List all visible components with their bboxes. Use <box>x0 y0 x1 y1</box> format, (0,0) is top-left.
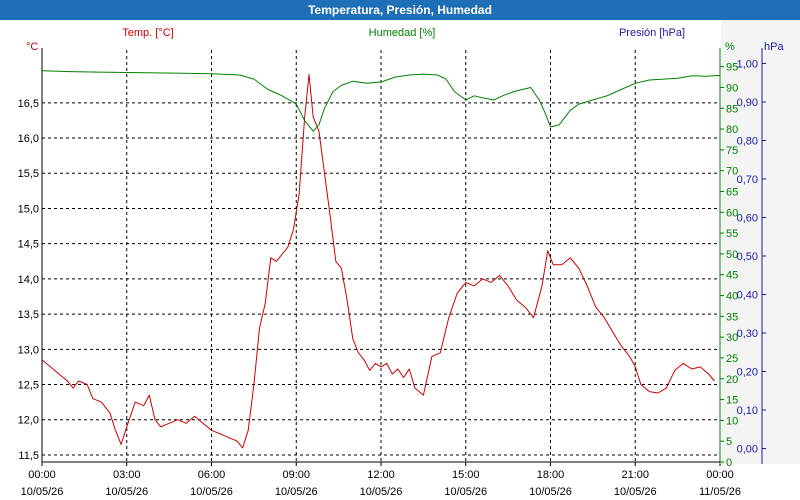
chart-grid <box>42 50 720 462</box>
pressure-tick-label: 0,20 <box>737 367 758 379</box>
chart-series <box>41 70 721 449</box>
x-tick-label-time: 15:00 <box>452 469 480 481</box>
humidity-tick-label: 5 <box>726 436 732 448</box>
pressure-tick-label: 0,10 <box>737 405 758 417</box>
pressure-tick-label: 0,30 <box>737 328 758 340</box>
pressure-tick-label: 0,80 <box>737 135 758 147</box>
temperature-tick-label: 12,0 <box>18 415 39 427</box>
temperature-tick-label: 16,0 <box>18 133 39 145</box>
x-tick-label-time: 06:00 <box>198 469 226 481</box>
humidity-tick-label: 55 <box>726 228 738 240</box>
temperature-axis-title: Temp. [°C] <box>122 27 173 39</box>
pressure-tick-label: 0,60 <box>737 212 758 224</box>
humidity-tick-label: 10 <box>726 415 738 427</box>
pressure-tick-label: 0,70 <box>737 174 758 186</box>
temperature-tick-label: 11,5 <box>18 450 39 462</box>
x-tick-label-date: 10/05/26 <box>190 486 233 498</box>
temperature-tick-label: 14,5 <box>18 239 39 251</box>
x-tick-label-date: 11/05/26 <box>699 486 741 498</box>
temperature-unit-label: °C <box>26 41 38 53</box>
temperature-tick-label: 13,0 <box>18 344 39 356</box>
temperature-tick-label: 12,5 <box>18 380 39 392</box>
x-tick-label-time: 21:00 <box>621 469 649 481</box>
chart-axes <box>41 48 766 466</box>
x-tick-label-time: 09:00 <box>282 469 310 481</box>
humidity-unit-label: % <box>725 41 735 53</box>
x-tick-label-time: 12:00 <box>367 469 395 481</box>
x-tick-label-date: 10/05/26 <box>275 486 318 498</box>
humidity-tick-label: 80 <box>726 124 738 136</box>
humidity-tick-label: 0 <box>726 457 732 469</box>
temperature-series-line <box>41 74 715 449</box>
x-tick-label-time: 00:00 <box>28 469 56 481</box>
pressure-unit-label: hPa <box>764 41 784 53</box>
temperature-tick-label: 15,0 <box>18 203 39 215</box>
app-window: Temperatura, Presión, Humedad 00:00 10/05… <box>0 0 800 500</box>
x-tick-label-date: 10/05/26 <box>21 486 64 498</box>
pressure-tick-label: 0,00 <box>737 444 758 456</box>
x-tick-label-date: 10/05/26 <box>444 486 487 498</box>
x-tick-label-time: 03:00 <box>113 469 141 481</box>
pressure-tick-label: 0,50 <box>737 251 758 263</box>
pressure-tick-label: 1,00 <box>737 58 758 70</box>
x-tick-label-date: 10/05/26 <box>529 486 572 498</box>
window-title: Temperatura, Presión, Humedad <box>0 0 800 20</box>
x-tick-label-time: 18:00 <box>537 469 565 481</box>
humidity-tick-label: 90 <box>726 82 738 94</box>
x-tick-label-date: 10/05/26 <box>105 486 148 498</box>
temperature-tick-label: 16,5 <box>18 98 39 110</box>
chart-tick-labels: 00:00 10/05/26 03:00 10/05/26 06:00 10/05/26 0… <box>18 58 758 498</box>
humidity-tick-label: 35 <box>726 311 738 323</box>
x-tick-label-date: 10/05/26 <box>360 486 403 498</box>
humidity-tick-label: 65 <box>726 186 738 198</box>
temperature-tick-label: 15,5 <box>18 168 39 180</box>
humidity-axis-title: Humedad [%] <box>369 27 436 39</box>
humidity-tick-label: 25 <box>726 353 738 365</box>
pressure-axis-title: Presión [hPa] <box>619 27 685 39</box>
temperature-humidity-pressure-chart: 00:00 10/05/26 03:00 10/05/26 06:00 10/05/26 0… <box>18 20 800 498</box>
pressure-tick-label: 0,90 <box>737 97 758 109</box>
temperature-tick-label: 14,0 <box>18 274 39 286</box>
temperature-tick-label: 13,5 <box>18 309 39 321</box>
humidity-tick-label: 45 <box>726 270 738 282</box>
x-tick-label-time: 00:00 <box>706 469 734 481</box>
x-tick-label-date: 10/05/26 <box>614 486 657 498</box>
pressure-tick-label: 0,40 <box>737 290 758 302</box>
